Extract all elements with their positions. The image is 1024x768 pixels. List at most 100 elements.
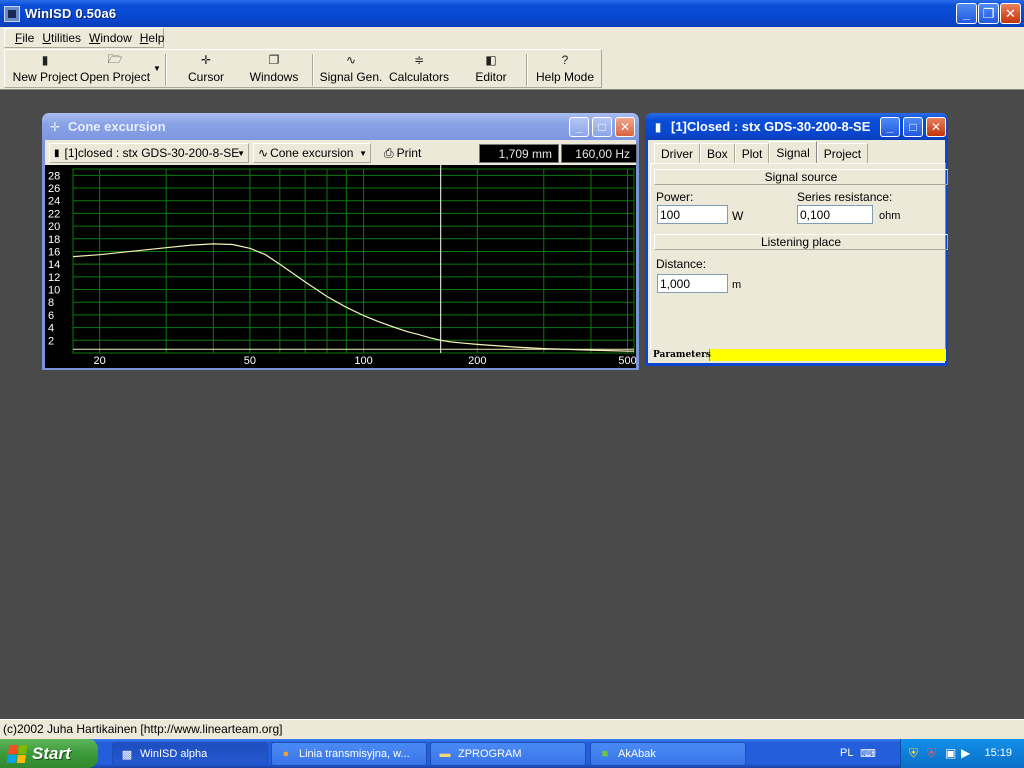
parameters-status-strip: Parameters <box>650 349 946 361</box>
frequency-readout: 160,00 Hz <box>561 144 637 163</box>
app-restore-button[interactable]: ❐ <box>978 3 999 24</box>
taskbar: Start ▩ WinISD alpha ● Linia transmisyjn… <box>0 739 1024 768</box>
cone-excursion-plot[interactable]: 2 4 6 8 10 12 14 16 18 20 22 24 26 28 20 50 100 200 500 <box>45 165 637 368</box>
language-indicator[interactable]: PL <box>840 747 853 759</box>
task-akabak[interactable]: ■ AkAbak <box>590 742 746 766</box>
menu-utilities[interactable]: Utilities <box>42 31 81 45</box>
menu-window[interactable]: Window <box>89 31 132 45</box>
listening-place-header: Listening place <box>654 234 948 250</box>
toolbar-separator <box>526 54 528 86</box>
y-tick-label: 10 <box>48 285 60 297</box>
help-mode-button[interactable]: ? Help Mode <box>535 52 595 86</box>
project-select-value: [1]closed : stx GDS-30-200-8-SE <box>64 146 240 160</box>
print-button[interactable]: ⎙ Print <box>379 143 429 163</box>
plot-canvas[interactable]: 24681012141618202224262820 50 100 200 500 <box>45 165 637 368</box>
cone-minimize-button[interactable]: _ <box>569 117 589 137</box>
x-tick-label: 100 <box>354 355 372 367</box>
open-project-label: Open Project <box>79 70 151 84</box>
y-tick-label: 28 <box>48 170 60 182</box>
tab-project[interactable]: Project <box>816 143 869 163</box>
tab-driver[interactable]: Driver <box>654 143 700 163</box>
security-shield-icon[interactable]: ⛨ <box>909 746 918 761</box>
y-tick-label: 14 <box>48 259 60 271</box>
open-project-button[interactable]: 🗁 Open Project <box>79 52 151 86</box>
windows-button[interactable]: ❐ Windows <box>249 52 299 86</box>
project-icon: ▮ <box>654 119 662 134</box>
calculators-button[interactable]: ≑ Calculators <box>388 52 450 86</box>
question-mark-icon: ? <box>561 53 569 67</box>
menu-help[interactable]: Help <box>140 31 165 45</box>
editor-label: Editor <box>475 70 507 84</box>
closed-maximize-button[interactable]: □ <box>903 117 923 137</box>
y-tick-label: 6 <box>48 310 54 322</box>
menu-bar: File Utilities Window Help <box>0 27 1024 49</box>
task-label: Linia transmisyjna, w... <box>299 748 410 760</box>
closed-minimize-button[interactable]: _ <box>880 117 900 137</box>
signal-gen-button[interactable]: ∿ Signal Gen. <box>319 52 383 86</box>
akabak-icon: ■ <box>601 748 609 760</box>
media-icon[interactable]: ▶ <box>961 746 970 760</box>
task-firefox[interactable]: ● Linia transmisyjna, w... <box>271 742 427 766</box>
menu-band: File Utilities Window Help <box>4 28 164 48</box>
excursion-readout: 1,709 mm <box>479 144 559 163</box>
toolbar-band: ▮ New Project 🗁 Open Project ▼ ✛ Cursor … <box>4 49 602 88</box>
graph-type-select[interactable]: ∿ Cone excursion ▼ <box>253 143 371 163</box>
tab-box[interactable]: Box <box>700 143 735 163</box>
app-close-button[interactable]: ✕ <box>1000 3 1021 24</box>
power-input[interactable] <box>657 205 728 224</box>
plot-frame <box>72 168 635 354</box>
winisd-icon: ▩ <box>121 748 133 761</box>
signal-gen-label: Signal Gen. <box>319 70 383 84</box>
graph-toolbar: ▮ [1]closed : stx GDS-30-200-8-SE ▼ ∿ Co… <box>45 140 637 166</box>
sine-wave-icon: ∿ <box>345 53 357 67</box>
cone-maximize-button[interactable]: □ <box>592 117 612 137</box>
windows-icon: ❐ <box>268 53 280 67</box>
x-tick-label: 20 <box>94 355 106 367</box>
x-tick-label: 500 <box>618 355 636 367</box>
status-bar: (c)2002 Juha Hartikainen [http://www.lin… <box>0 719 1024 739</box>
cone-excursion-title-bar[interactable]: ✛ Cone excursion _ □ ✕ <box>42 113 639 140</box>
task-label: AkAbak <box>618 748 656 760</box>
y-tick-label: 18 <box>48 234 60 246</box>
chevron-down-icon: ▼ <box>237 148 245 158</box>
tab-signal[interactable]: Signal <box>769 141 817 163</box>
keyboard-icon[interactable]: ⌨ <box>860 747 876 760</box>
network-icon[interactable]: ▣ <box>945 746 956 760</box>
editor-button[interactable]: ◧ Editor <box>471 52 511 86</box>
distance-input[interactable] <box>657 274 728 293</box>
task-label: ZPROGRAM <box>458 748 522 760</box>
toolbar-separator <box>312 54 314 86</box>
menu-file[interactable]: File <box>15 31 34 45</box>
y-tick-label: 26 <box>48 183 60 195</box>
start-button[interactable]: Start <box>0 739 98 768</box>
folder-icon: ▬ <box>439 748 451 760</box>
project-icon: ▮ <box>54 147 60 159</box>
power-unit: W <box>732 209 744 223</box>
closed-box-title-bar[interactable]: ▮ [1]Closed : stx GDS-30-200-8-SE _ □ ✕ <box>645 113 948 140</box>
task-zprogram[interactable]: ▬ ZPROGRAM <box>430 742 586 766</box>
series-resistance-input[interactable] <box>797 205 873 224</box>
x-tick-label: 50 <box>244 355 256 367</box>
series-resistance-label: Series resistance: <box>797 190 893 204</box>
task-winisd[interactable]: ▩ WinISD alpha <box>112 742 268 766</box>
sine-wave-icon: ∿ <box>258 146 269 160</box>
new-project-button[interactable]: ▮ New Project <box>13 52 78 86</box>
project-select[interactable]: ▮ [1]closed : stx GDS-30-200-8-SE ▼ <box>49 143 249 163</box>
y-tick-label: 22 <box>48 208 60 220</box>
antivirus-icon[interactable]: ⛨ <box>927 746 936 761</box>
open-project-dropdown-icon[interactable]: ▼ <box>153 64 161 73</box>
calculators-label: Calculators <box>388 70 450 84</box>
app-minimize-button[interactable]: _ <box>956 3 977 24</box>
app-icon[interactable] <box>4 5 20 22</box>
tab-plot[interactable]: Plot <box>734 143 770 163</box>
parameters-tab[interactable]: Parameters <box>650 349 711 361</box>
clock: 15:19 <box>984 747 1012 759</box>
distance-unit: m <box>732 279 742 291</box>
y-tick-label: 20 <box>48 221 60 233</box>
help-mode-label: Help Mode <box>535 70 595 84</box>
x-tick-label: 200 <box>468 355 486 367</box>
cone-excursion-window: ✛ Cone excursion _ □ ✕ ▮ [1]closed : stx… <box>42 113 639 370</box>
cursor-button[interactable]: ✛ Cursor <box>181 52 231 86</box>
cone-close-button[interactable]: ✕ <box>615 117 635 137</box>
closed-close-button[interactable]: ✕ <box>926 117 946 137</box>
